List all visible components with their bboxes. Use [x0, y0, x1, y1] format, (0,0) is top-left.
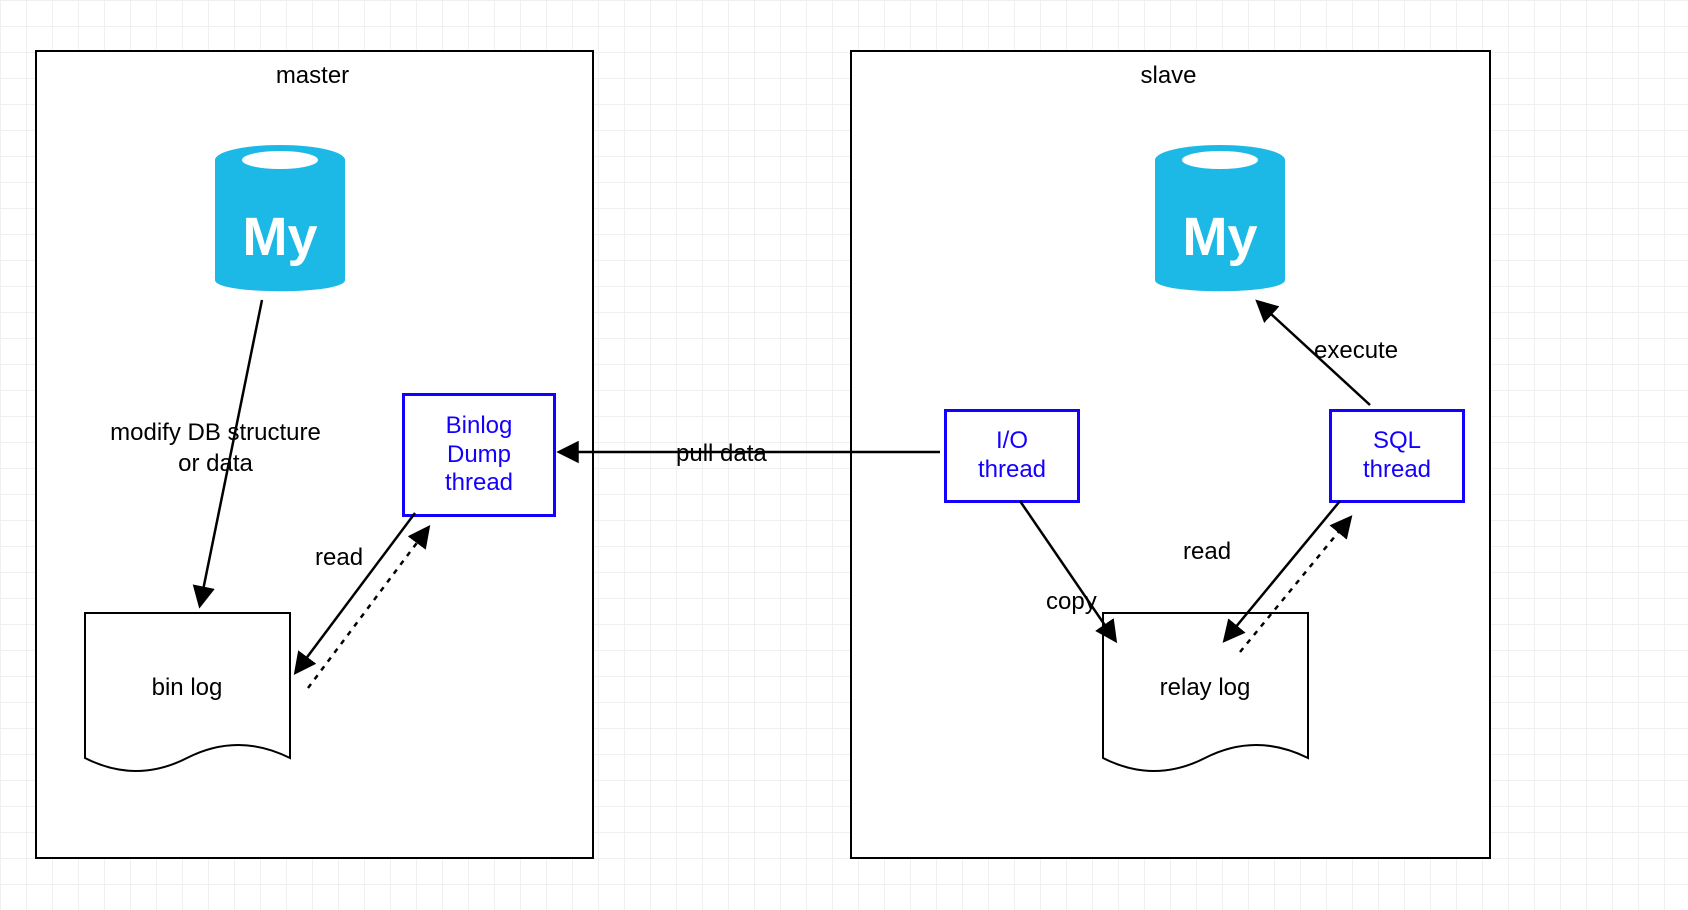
- edge-copy-label: copy: [1046, 586, 1097, 617]
- edge-execute-label: execute: [1314, 335, 1398, 366]
- edge-read-master-label: read: [315, 542, 363, 573]
- edge-read-slave-label: read: [1183, 536, 1231, 567]
- edge-modify-label: modify DB structure or data: [88, 417, 343, 479]
- master-title: master: [35, 62, 590, 90]
- sql-thread-box: SQL thread: [1329, 409, 1465, 503]
- edge-pull-label: pull data: [676, 438, 767, 469]
- io-thread-box: I/O thread: [944, 409, 1080, 503]
- slave-title: slave: [850, 62, 1487, 90]
- binlog-dump-thread-box: Binlog Dump thread: [402, 393, 556, 517]
- diagram-canvas: master slave Binlog Dump thread I/O thre…: [0, 0, 1688, 910]
